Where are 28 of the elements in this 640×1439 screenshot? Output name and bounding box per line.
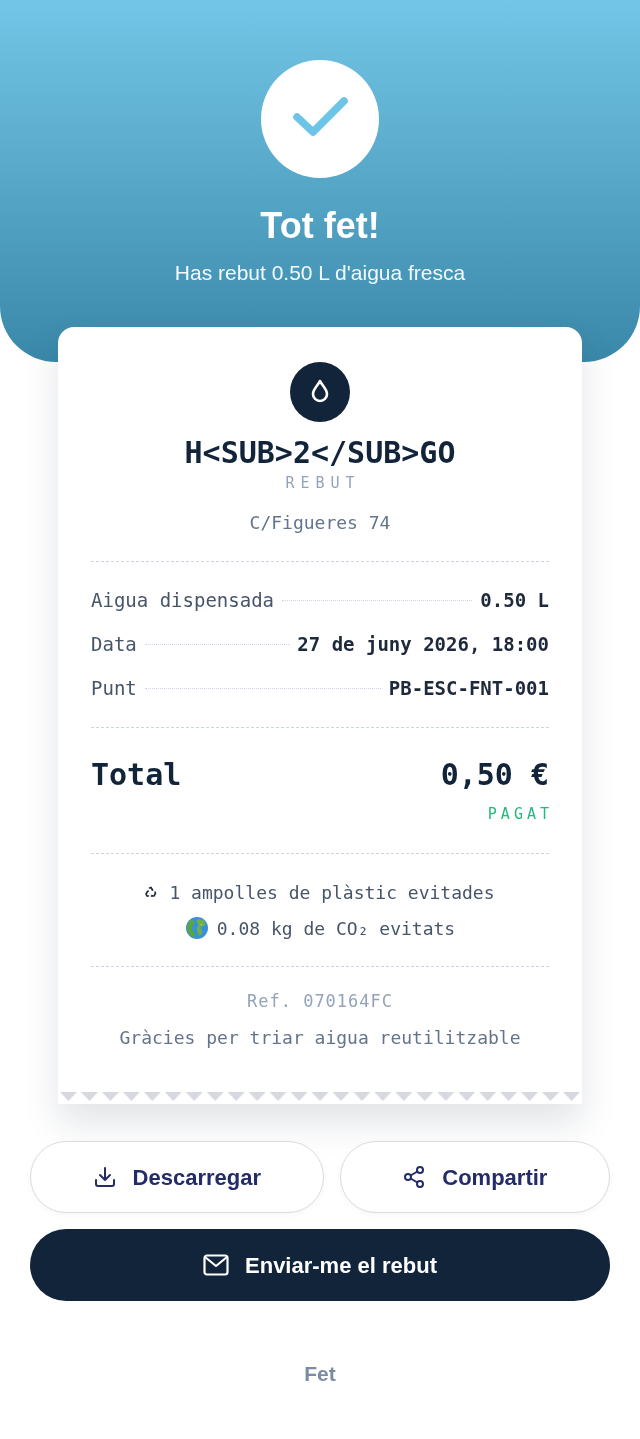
- receipt-label: REBUT: [284, 473, 362, 493]
- impact-text: 1 ampolles de plàstic evitades: [169, 880, 495, 905]
- detail-value: PB-ESC-FNT-001: [388, 675, 549, 701]
- address-text: C/Figueres 74: [248, 512, 392, 534]
- thanks-text: Gràcies per triar aigua reutilitzable: [118, 1026, 522, 1050]
- payment-status: PAGAT: [487, 804, 553, 824]
- total-label: Total: [91, 757, 182, 793]
- detail-label: Aigua dispensada: [91, 587, 275, 613]
- detail-value: 27 de juny 2026, 18:00: [297, 631, 549, 657]
- total-amount: 0,50 €: [440, 757, 549, 793]
- check-icon: [261, 60, 379, 178]
- mail-icon: [203, 1254, 229, 1276]
- subtitle-text: Has rebut 0.50 L d'aigua fresca: [173, 260, 467, 286]
- detail-label: Punt: [91, 675, 137, 701]
- recycle-icon: [145, 886, 158, 898]
- globe-icon: [184, 916, 209, 940]
- detail-value: 0.50 L: [480, 587, 549, 613]
- water-drop-icon: [290, 362, 350, 422]
- send-receipt-button[interactable]: Enviar-me el rebut: [30, 1229, 610, 1301]
- download-button[interactable]: Descarregar: [30, 1141, 324, 1213]
- detail-label: Data: [91, 631, 137, 657]
- page-title: Tot fet!: [259, 206, 381, 246]
- impact-text: 0.08 kg de CO₂ evitats: [216, 916, 456, 941]
- share-button[interactable]: Compartir: [339, 1141, 610, 1213]
- brand-name: H<SUB>2</SUB>GO: [183, 437, 457, 469]
- share-icon: [402, 1165, 427, 1189]
- download-icon: [92, 1165, 117, 1189]
- reference-text: Ref. 070164FC: [245, 990, 395, 1012]
